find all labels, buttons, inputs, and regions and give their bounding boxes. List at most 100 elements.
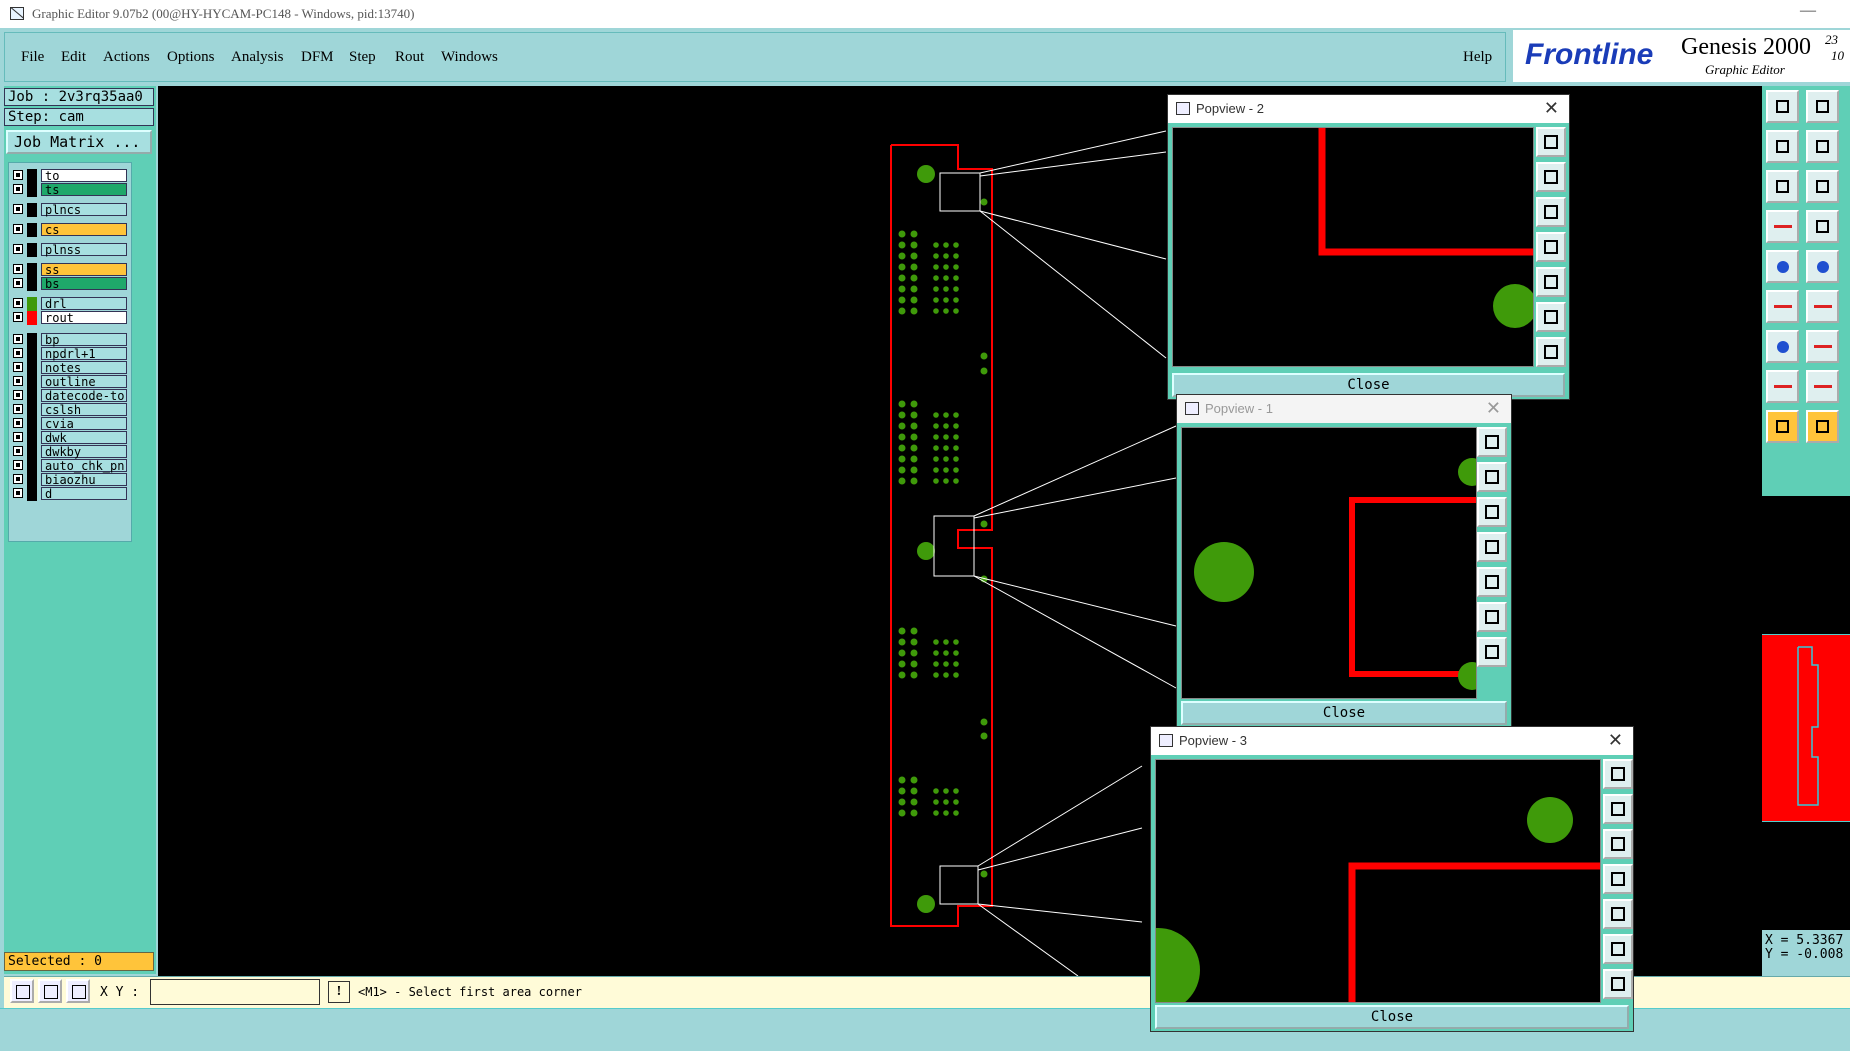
popview-1-view[interactable] (1181, 427, 1477, 699)
layer-name[interactable]: d (41, 487, 127, 500)
layer-checkbox[interactable] (13, 298, 23, 308)
tool-button-1[interactable] (1766, 90, 1799, 123)
tool-button-16[interactable] (1806, 370, 1839, 403)
layer-checkbox[interactable] (13, 312, 23, 322)
zoom-area-button[interactable] (10, 979, 34, 1003)
layer-checkbox[interactable] (13, 474, 23, 484)
popview-2-tool-right[interactable] (1536, 267, 1566, 297)
layer-name[interactable]: to (41, 169, 127, 182)
layer-checkbox[interactable] (13, 204, 23, 214)
popview-2-tool-left[interactable] (1536, 232, 1566, 262)
layer-row-datecode-to[interactable]: datecode-to (9, 389, 131, 403)
popview-3-view[interactable] (1155, 759, 1601, 1003)
layer-row-to[interactable]: to (9, 169, 131, 183)
layer-name[interactable]: notes (41, 361, 127, 374)
popview-1-tool-right[interactable] (1477, 567, 1507, 597)
popview-3-tool-right[interactable] (1603, 899, 1633, 929)
layer-checkbox[interactable] (13, 184, 23, 194)
tool-button-10[interactable] (1806, 250, 1839, 283)
popview-3-tool-zoom-out[interactable] (1603, 969, 1633, 999)
layer-checkbox[interactable] (13, 390, 23, 400)
measure-button[interactable] (38, 979, 62, 1003)
popview-2-view[interactable] (1172, 127, 1534, 367)
layer-name[interactable]: drl (41, 297, 127, 310)
warning-button[interactable]: ! (328, 981, 350, 1003)
layer-row-plncs[interactable]: plncs (9, 203, 131, 217)
popview-3-tool-zoom-in[interactable] (1603, 934, 1633, 964)
menu-dfm[interactable]: DFM (301, 49, 334, 66)
layer-row-notes[interactable]: notes (9, 361, 131, 375)
menu-help[interactable]: Help (1463, 49, 1492, 66)
popview-1-close-icon[interactable]: ✕ (1486, 398, 1501, 419)
layer-name[interactable]: plncs (41, 203, 127, 216)
menu-edit[interactable]: Edit (61, 49, 86, 66)
layer-name[interactable]: outline (41, 375, 127, 388)
layer-checkbox[interactable] (13, 446, 23, 456)
layer-row-d[interactable]: d (9, 487, 131, 501)
layer-checkbox[interactable] (13, 376, 23, 386)
popview-2-tool-zoom-in[interactable] (1536, 302, 1566, 332)
layer-row-npdrl+1[interactable]: npdrl+1 (9, 347, 131, 361)
tool-button-3[interactable] (1766, 130, 1799, 163)
layer-name[interactable]: plnss (41, 243, 127, 256)
layer-name[interactable]: bp (41, 333, 127, 346)
popview-1-tool-fit[interactable] (1477, 427, 1507, 457)
popview-1-tool-zoom-in[interactable] (1477, 602, 1507, 632)
layer-name[interactable]: bs (41, 277, 127, 290)
tool-button-8[interactable] (1806, 210, 1839, 243)
popview-3-tool-down[interactable] (1603, 829, 1633, 859)
menu-windows[interactable]: Windows (441, 49, 498, 66)
layer-row-auto_chk_pn[interactable]: auto_chk_pn (9, 459, 131, 473)
tool-button-6[interactable] (1806, 170, 1839, 203)
layer-name[interactable]: dwkby (41, 445, 127, 458)
grid-button[interactable] (66, 979, 90, 1003)
tool-button-7[interactable] (1766, 210, 1799, 243)
menu-step[interactable]: Step (349, 49, 376, 66)
popview-3-tool-left[interactable] (1603, 864, 1633, 894)
popview-1-tool-up[interactable] (1477, 462, 1507, 492)
layer-checkbox[interactable] (13, 278, 23, 288)
layer-name[interactable]: npdrl+1 (41, 347, 127, 360)
layer-checkbox[interactable] (13, 404, 23, 414)
layer-row-outline[interactable]: outline (9, 375, 131, 389)
layer-checkbox[interactable] (13, 488, 23, 498)
layer-row-ss[interactable]: ss (9, 263, 131, 277)
popview-3-tool-fit[interactable] (1603, 759, 1633, 789)
layer-checkbox[interactable] (13, 244, 23, 254)
tool-button-2[interactable] (1806, 90, 1839, 123)
layer-name[interactable]: datecode-to (41, 389, 127, 402)
layer-row-dwkby[interactable]: dwkby (9, 445, 131, 459)
layer-checkbox[interactable] (13, 334, 23, 344)
menu-rout[interactable]: Rout (395, 49, 424, 66)
popview-3-close-button[interactable]: Close (1155, 1005, 1629, 1029)
tool-button-5[interactable] (1766, 170, 1799, 203)
layer-row-ts[interactable]: ts (9, 183, 131, 197)
layer-name[interactable]: cvia (41, 417, 127, 430)
popview-2-tool-fit[interactable] (1536, 127, 1566, 157)
menu-analysis[interactable]: Analysis (231, 49, 284, 66)
menu-options[interactable]: Options (167, 49, 215, 66)
popview-1-tool-down[interactable] (1477, 497, 1507, 527)
layer-name[interactable]: ss (41, 263, 127, 276)
layer-row-drl[interactable]: drl (9, 297, 131, 311)
layer-name[interactable]: cs (41, 223, 127, 236)
layer-row-cvia[interactable]: cvia (9, 417, 131, 431)
popview-3-tool-up[interactable] (1603, 794, 1633, 824)
tool-button-13[interactable] (1766, 330, 1799, 363)
layer-checkbox[interactable] (13, 362, 23, 372)
layer-name[interactable]: rout (41, 311, 127, 324)
popview-3-close-icon[interactable]: ✕ (1608, 730, 1623, 751)
layer-name[interactable]: dwk (41, 431, 127, 444)
tool-button-4[interactable] (1806, 130, 1839, 163)
layer-checkbox[interactable] (13, 224, 23, 234)
popview-1-tool-zoom-out[interactable] (1477, 637, 1507, 667)
layer-checkbox[interactable] (13, 264, 23, 274)
layer-row-cslsh[interactable]: cslsh (9, 403, 131, 417)
popview-2-close-icon[interactable]: ✕ (1544, 98, 1559, 119)
layer-checkbox[interactable] (13, 460, 23, 470)
layer-row-biaozhu[interactable]: biaozhu (9, 473, 131, 487)
layer-name[interactable]: ts (41, 183, 127, 196)
layer-name[interactable]: biaozhu (41, 473, 127, 486)
tool-button-9[interactable] (1766, 250, 1799, 283)
layer-row-plnss[interactable]: plnss (9, 243, 131, 257)
